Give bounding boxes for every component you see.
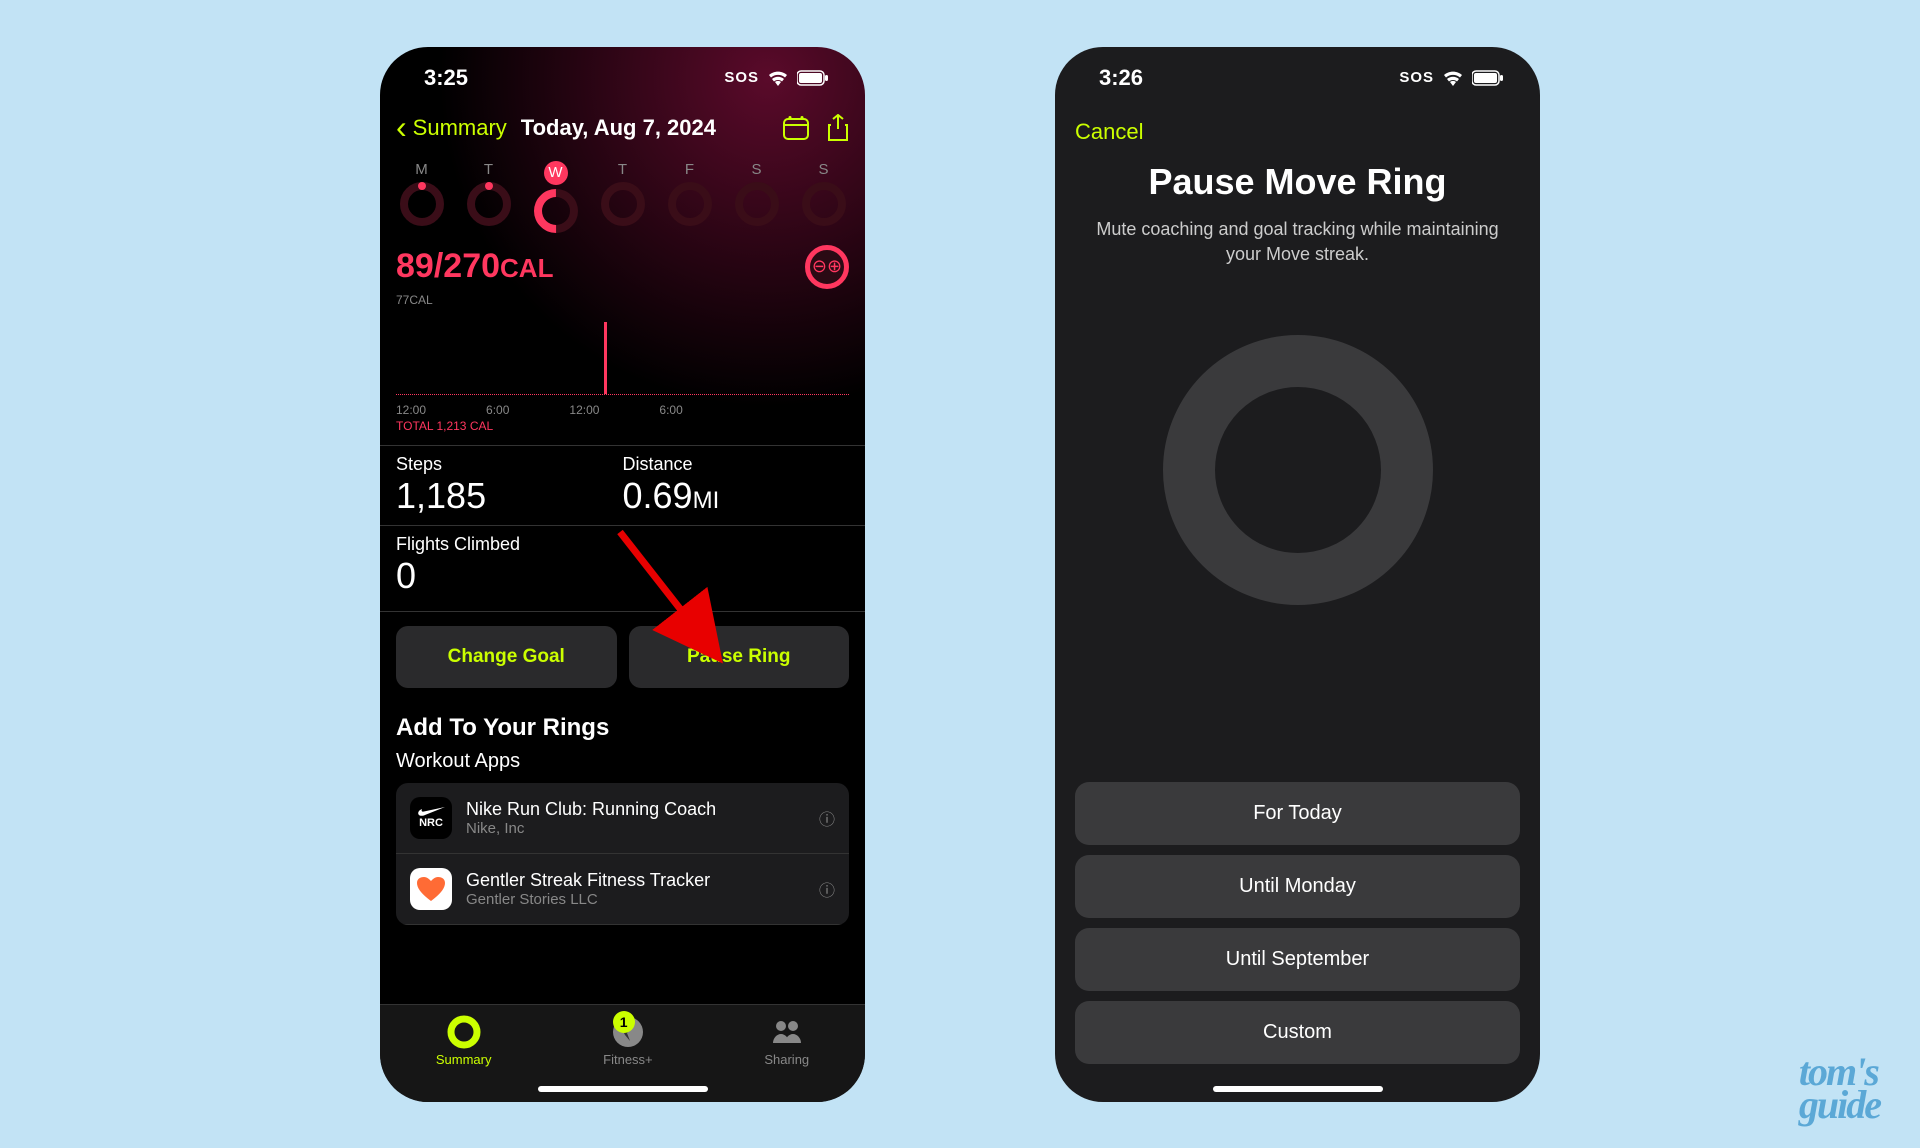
workout-apps-subtitle: Workout Apps: [380, 750, 865, 783]
option-custom[interactable]: Custom: [1075, 1001, 1520, 1064]
status-icons: SOS: [724, 69, 829, 86]
sos-indicator: SOS: [724, 69, 759, 86]
app-info: Nike Run Club: Running Coach Nike, Inc: [466, 799, 805, 837]
back-button[interactable]: ‹ Summary Today, Aug 7, 2024: [396, 109, 716, 146]
nike-app-icon: NRC: [410, 797, 452, 839]
back-chevron-icon: ‹: [396, 109, 407, 146]
chart-x-labels: 12:00 6:00 12:00 6:00: [380, 403, 865, 417]
sos-indicator: SOS: [1399, 69, 1434, 86]
flights-stat: Flights Climbed 0: [380, 526, 865, 612]
day-sun[interactable]: S: [796, 161, 852, 233]
workout-apps-list: NRC Nike Run Club: Running Coach Nike, I…: [396, 783, 849, 925]
stats-row: Steps 1,185 Distance 0.69MI: [380, 445, 865, 526]
info-icon[interactable]: ⓘ: [819, 806, 835, 830]
move-value: 89/270CAL: [396, 247, 553, 286]
home-indicator[interactable]: [538, 1086, 708, 1092]
chart-bar: [604, 322, 607, 394]
tab-sharing[interactable]: Sharing: [764, 1015, 809, 1102]
tab-summary[interactable]: Summary: [436, 1015, 492, 1102]
pause-ring-screen: 3:26 SOS Cancel Pause Move Ring Mute coa…: [1055, 47, 1540, 1102]
badge-count: 1: [613, 1011, 635, 1033]
paused-ring-icon: [1163, 335, 1433, 605]
status-icons: SOS: [1399, 69, 1504, 86]
battery-icon: [797, 70, 829, 86]
nav-bar: ‹ Summary Today, Aug 7, 2024: [380, 101, 865, 155]
move-metric-header: 89/270CAL ⊖⊕: [380, 233, 865, 293]
watermark: tom's guide: [1799, 1056, 1880, 1122]
day-mon[interactable]: M: [394, 161, 450, 233]
distance-stat: Distance 0.69MI: [623, 454, 850, 517]
status-bar: 3:26 SOS: [1055, 47, 1540, 101]
day-thu[interactable]: T: [595, 161, 651, 233]
share-icon[interactable]: [827, 114, 849, 142]
day-sat[interactable]: S: [729, 161, 785, 233]
fitness-summary-screen: 3:25 SOS ‹ Summary Today, Aug 7, 2024 M …: [380, 47, 865, 1102]
status-bar: 3:25 SOS: [380, 47, 865, 101]
day-tue[interactable]: T: [461, 161, 517, 233]
week-days-row: M T W T F S S: [380, 155, 865, 233]
pause-description: Mute coaching and goal tracking while ma…: [1055, 209, 1540, 275]
option-until-monday[interactable]: Until Monday: [1075, 855, 1520, 918]
sharing-icon: [770, 1015, 804, 1049]
app-info: Gentler Streak Fitness Tracker Gentler S…: [466, 870, 805, 908]
nav-date: Today, Aug 7, 2024: [521, 115, 716, 141]
summary-ring-icon: [447, 1015, 481, 1049]
option-for-today[interactable]: For Today: [1075, 782, 1520, 845]
steps-stat: Steps 1,185: [396, 454, 623, 517]
info-icon[interactable]: ⓘ: [819, 877, 835, 901]
day-fri[interactable]: F: [662, 161, 718, 233]
status-time: 3:26: [1099, 65, 1143, 91]
chart-total: TOTAL 1,213 CAL: [380, 417, 865, 445]
pause-ring-button[interactable]: Pause Ring: [629, 626, 850, 688]
pause-title: Pause Move Ring: [1055, 155, 1540, 209]
back-label: Summary: [413, 115, 507, 141]
action-buttons-row: Change Goal Pause Ring: [380, 612, 865, 702]
option-until-september[interactable]: Until September: [1075, 928, 1520, 991]
pause-options-list: For Today Until Monday Until September C…: [1075, 782, 1520, 1074]
gentler-app-icon: [410, 868, 452, 910]
add-ring-icon[interactable]: ⊖⊕: [805, 245, 849, 289]
add-rings-title: Add To Your Rings: [380, 702, 865, 750]
move-chart: [396, 315, 849, 395]
app-item-gentler[interactable]: Gentler Streak Fitness Tracker Gentler S…: [396, 854, 849, 925]
wifi-icon: [767, 70, 789, 86]
status-time: 3:25: [424, 65, 468, 91]
chart-y-label: 77CAL: [380, 293, 865, 307]
change-goal-button[interactable]: Change Goal: [396, 626, 617, 688]
day-wed[interactable]: W: [528, 161, 584, 233]
calendar-icon[interactable]: [783, 116, 809, 140]
cancel-button[interactable]: Cancel: [1055, 101, 1540, 155]
home-indicator[interactable]: [1213, 1086, 1383, 1092]
wifi-icon: [1442, 70, 1464, 86]
app-item-nike[interactable]: NRC Nike Run Club: Running Coach Nike, I…: [396, 783, 849, 854]
battery-icon: [1472, 70, 1504, 86]
